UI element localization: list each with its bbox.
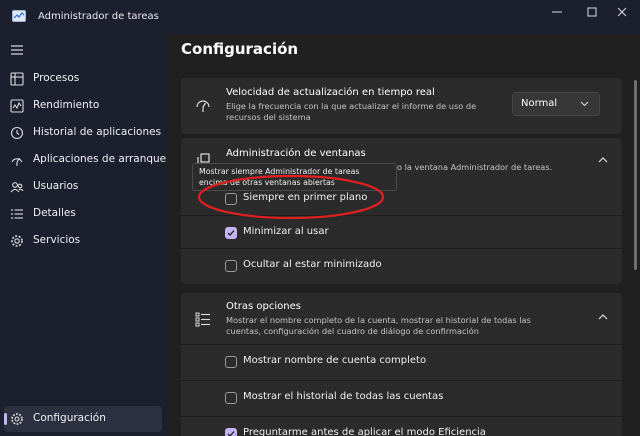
gear-icon: [11, 413, 23, 425]
hide-when-minimized-checkbox[interactable]: [225, 260, 237, 272]
ask-efficiency-mode-label: Preguntarme antes de aplicar el modo Efi…: [243, 427, 486, 436]
sidebar-item-label: Procesos: [33, 72, 80, 84]
option-ask-efficiency-mode[interactable]: Preguntarme antes de aplicar el modo Efi…: [181, 416, 622, 436]
checkmark-icon: [227, 431, 235, 436]
update-speed-card: Velocidad de actualización en tiempo rea…: [181, 78, 622, 134]
show-all-accounts-history-label: Mostrar el historial de todas las cuenta…: [243, 391, 444, 402]
list-settings-icon: [195, 312, 210, 327]
update-speed-description: Elige la frecuencia con la que actualiza…: [226, 101, 477, 122]
chevron-down-icon: [580, 101, 589, 107]
close-icon: [617, 7, 627, 17]
sidebar-item-label: Historial de aplicaciones: [33, 126, 162, 138]
title-bar: Administrador de tareas: [0, 0, 640, 34]
processes-icon: [10, 72, 24, 86]
other-options-title: Otras opciones: [226, 301, 301, 312]
sidebar-item-label: Rendimiento: [33, 99, 100, 111]
sidebar-item-performance[interactable]: Rendimiento: [4, 93, 162, 119]
close-button[interactable]: [604, 0, 640, 24]
sidebar-item-processes[interactable]: Procesos: [4, 66, 162, 92]
window-management-card: Administración de ventanas o la ventana …: [181, 138, 622, 284]
minimize-on-use-label: Minimizar al usar: [243, 226, 329, 237]
hide-when-minimized-label: Ocultar al estar minimizado: [243, 259, 382, 270]
update-speed-dropdown[interactable]: Normal: [512, 92, 600, 116]
history-icon: [10, 126, 24, 140]
always-on-top-label: Siempre en primer plano: [243, 192, 368, 203]
sidebar-item-label: Aplicaciones de arranque: [33, 153, 167, 165]
task-manager-app-icon: [12, 10, 26, 22]
services-icon: [11, 235, 23, 247]
speedometer-icon: [196, 100, 210, 112]
option-show-all-accounts-history[interactable]: Mostrar el historial de todas las cuenta…: [181, 380, 622, 417]
performance-icon: [10, 99, 24, 113]
minimize-icon: [552, 11, 562, 13]
other-options-card: Otras opciones Mostrar el nombre complet…: [181, 293, 622, 436]
always-on-top-tooltip: Mostrar siempre Administrador de tareas …: [192, 163, 397, 191]
show-all-accounts-history-checkbox[interactable]: [225, 392, 237, 404]
startup-icon: [11, 157, 23, 166]
other-options-description: Mostrar el nombre completo de la cuenta,…: [226, 315, 531, 336]
window-management-title: Administración de ventanas: [226, 148, 366, 159]
show-full-account-name-checkbox[interactable]: [225, 356, 237, 368]
settings-page: Configuración Velocidad de actualización…: [166, 34, 640, 436]
sidebar-item-users[interactable]: Usuarios: [4, 174, 162, 200]
sidebar-item-startup-apps[interactable]: Aplicaciones de arranque: [4, 147, 166, 173]
update-speed-selected: Normal: [521, 98, 558, 109]
page-title: Configuración: [181, 40, 299, 58]
sidebar-item-label: Configuración: [33, 412, 106, 424]
vertical-scrollbar[interactable]: [634, 80, 637, 270]
details-icon: [11, 209, 23, 219]
update-speed-title: Velocidad de actualización en tiempo rea…: [226, 87, 435, 98]
option-minimize-on-use[interactable]: Minimizar al usar: [181, 215, 622, 252]
users-icon: [10, 182, 24, 193]
sidebar-item-services[interactable]: Servicios: [4, 228, 162, 254]
sidebar: Procesos Rendimiento Historial de aplica…: [0, 34, 166, 436]
sidebar-item-label: Servicios: [33, 234, 81, 246]
window-title: Administrador de tareas: [38, 11, 159, 22]
sidebar-item-label: Usuarios: [33, 180, 79, 192]
option-show-full-account-name[interactable]: Mostrar nombre de cuenta completo: [181, 344, 622, 381]
hamburger-menu-icon[interactable]: [10, 44, 24, 56]
always-on-top-checkbox[interactable]: [225, 193, 237, 205]
ask-efficiency-mode-checkbox[interactable]: [225, 428, 237, 436]
option-hide-when-minimized[interactable]: Ocultar al estar minimizado: [181, 248, 622, 285]
show-full-account-name-label: Mostrar nombre de cuenta completo: [243, 355, 427, 366]
sidebar-item-app-history[interactable]: Historial de aplicaciones: [4, 120, 162, 146]
maximize-icon: [587, 7, 597, 17]
sidebar-item-settings[interactable]: Configuración: [4, 406, 162, 432]
checkmark-icon: [227, 230, 235, 236]
window-management-description: o la ventana Administrador de tareas.: [397, 162, 553, 172]
sidebar-item-label: Detalles: [33, 207, 76, 219]
minimize-button[interactable]: [539, 0, 575, 24]
minimize-on-use-checkbox[interactable]: [225, 227, 237, 239]
chevron-up-icon[interactable]: [598, 156, 608, 164]
chevron-up-icon[interactable]: [598, 313, 608, 321]
sidebar-item-details[interactable]: Detalles: [4, 201, 162, 227]
